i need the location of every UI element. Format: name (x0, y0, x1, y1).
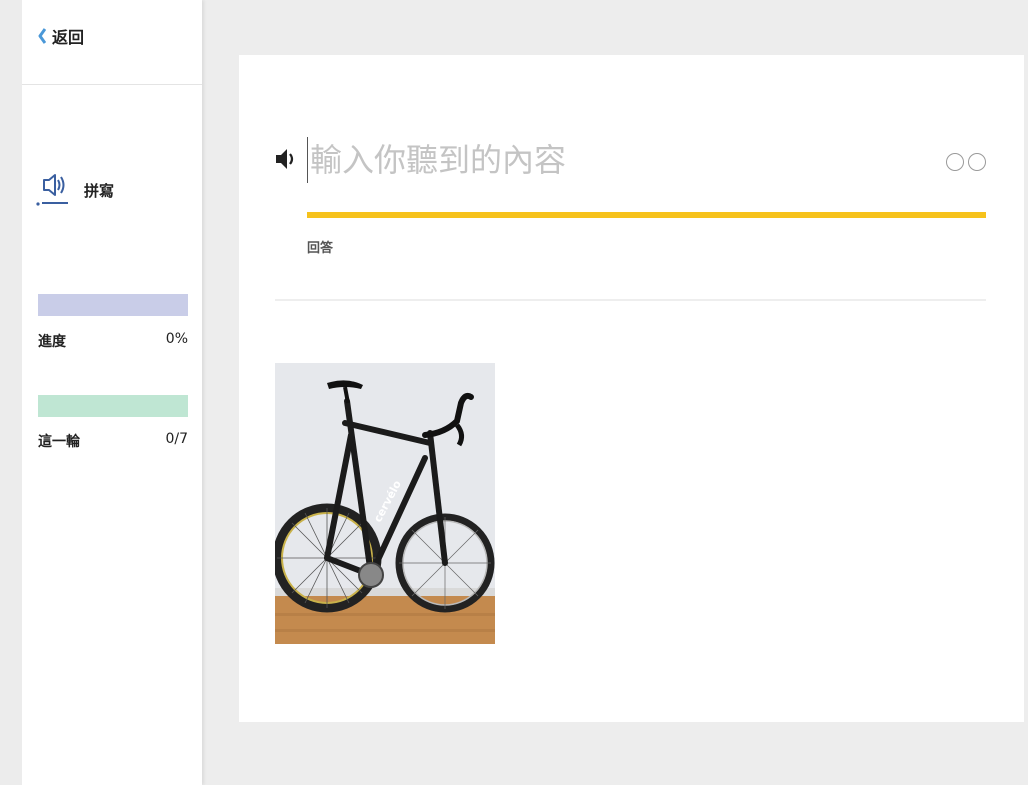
attempt-indicators (946, 153, 986, 171)
attempt-circle-icon (946, 153, 964, 171)
play-audio-icon[interactable] (275, 146, 297, 172)
input-underline (307, 212, 986, 218)
left-gutter (0, 0, 22, 785)
bicycle-picture: cervélo (275, 363, 495, 644)
mode-label: 拼寫 (84, 181, 115, 200)
speaker-icon (36, 170, 70, 210)
mode-spelling[interactable]: 拼寫 (36, 170, 114, 210)
answer-input[interactable] (307, 137, 907, 183)
progress-row: 進度 0% (38, 331, 188, 351)
round-row: 這一輪 0/7 (38, 431, 188, 451)
progress-bar (38, 294, 188, 316)
chevron-left-icon (38, 28, 47, 44)
answer-label[interactable]: 回答 (307, 237, 333, 256)
card-divider (275, 299, 986, 301)
round-progress-bar (38, 395, 188, 417)
back-button[interactable]: 返回 (38, 24, 84, 48)
round-label: 這一輪 (38, 434, 80, 450)
sidebar: 返回 拼寫 進度 0% 這一輪 0/7 (22, 0, 202, 785)
progress-value: 0% (165, 331, 188, 347)
exercise-card: 回答 (239, 55, 1024, 722)
round-value: 0/7 (165, 431, 188, 447)
sidebar-divider (22, 84, 202, 85)
attempt-circle-icon (968, 153, 986, 171)
app-page: 返回 拼寫 進度 0% 這一輪 0/7 輸入你聽到的內容 回答 cervélo (0, 0, 1028, 785)
back-label: 返回 (52, 28, 85, 47)
progress-label: 進度 (38, 334, 66, 350)
